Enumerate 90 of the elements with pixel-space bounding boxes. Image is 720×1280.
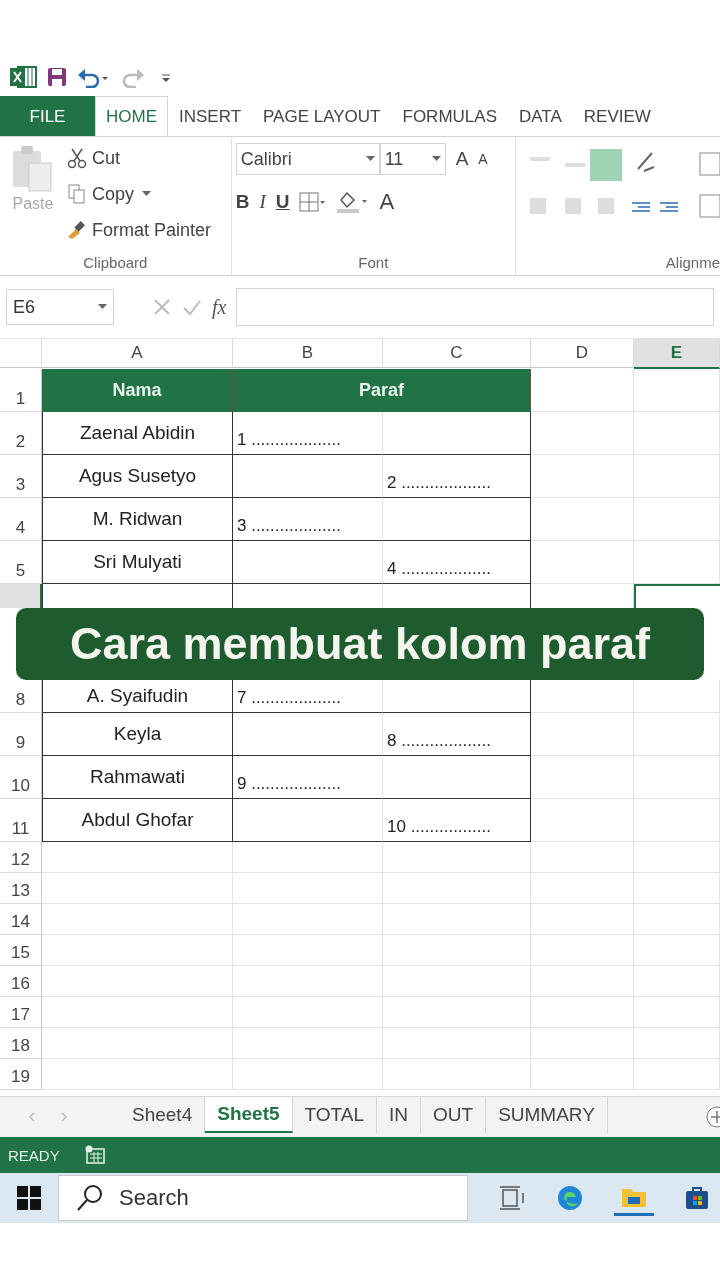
store-icon[interactable] xyxy=(684,1185,710,1211)
name-cell: M. Ridwan xyxy=(42,498,233,541)
borders-icon[interactable] xyxy=(299,192,326,212)
undo-icon[interactable] xyxy=(76,66,110,88)
name-cell: Rahmawati xyxy=(42,756,233,799)
name-cell: Sri Mulyati xyxy=(42,541,233,584)
bold-button[interactable]: B xyxy=(235,191,250,213)
ribbon-tab[interactable]: DATA xyxy=(508,96,573,136)
status-text: READY xyxy=(8,1146,60,1164)
row-header[interactable]: 12 xyxy=(0,842,42,873)
signature-cell: 2 ................... xyxy=(383,455,531,498)
ribbon-tab[interactable]: FORMULAS xyxy=(391,96,508,136)
task-view-icon[interactable] xyxy=(498,1185,526,1211)
sheet-tab[interactable]: IN xyxy=(377,1097,422,1133)
signature-cell: 7 ................... xyxy=(233,680,383,713)
signature-cell: 8 ................... xyxy=(383,713,531,756)
browser-icon[interactable] xyxy=(556,1184,584,1212)
fill-color-icon[interactable] xyxy=(335,190,370,214)
row-header[interactable]: 3 xyxy=(0,455,42,498)
row-header[interactable]: 13 xyxy=(0,873,42,904)
font-size-field[interactable]: 11 xyxy=(379,143,446,175)
copy-button[interactable]: Copy xyxy=(66,179,135,209)
caret-icon[interactable] xyxy=(98,304,107,310)
table-header-cell: Paraf xyxy=(233,369,531,412)
caret-icon[interactable] xyxy=(142,191,152,197)
table-header-cell: Nama xyxy=(42,369,233,412)
file-tab[interactable]: FILE xyxy=(0,96,95,136)
row-header[interactable]: 15 xyxy=(0,935,42,966)
row-header[interactable]: 4 xyxy=(0,498,42,541)
copy-icon xyxy=(66,183,88,205)
insert-function-button[interactable]: fx xyxy=(212,295,227,319)
row-header[interactable]: 9 xyxy=(0,713,42,756)
clipboard-icon xyxy=(11,143,55,195)
name-cell: A. Syaifudin xyxy=(42,680,233,713)
row-header[interactable]: 14 xyxy=(0,904,42,935)
name-cell: Zaenal Abidin xyxy=(42,412,233,455)
font-family-field[interactable]: Calibri xyxy=(235,143,380,175)
name-cell: Agus Susetyo xyxy=(42,455,233,498)
ribbon-tab[interactable]: HOME xyxy=(95,96,168,136)
signature-cell: 4 ................... xyxy=(383,541,531,584)
group-label: Clipboard xyxy=(83,254,148,273)
row-header[interactable]: 18 xyxy=(0,1028,42,1059)
column-header[interactable]: D xyxy=(531,339,634,368)
scissors-icon xyxy=(66,147,88,169)
taskbar-search-field[interactable]: Search xyxy=(58,1175,468,1221)
name-cell: Keyla xyxy=(42,713,233,756)
ribbon-tab[interactable]: INSERT xyxy=(168,96,253,136)
caption-banner: Cara membuat kolom paraf xyxy=(16,608,704,680)
row-header[interactable]: 8 xyxy=(0,680,42,713)
start-icon[interactable] xyxy=(16,1185,42,1211)
column-header[interactable]: E xyxy=(634,339,720,369)
sheet-tab[interactable]: TOTAL xyxy=(292,1097,378,1133)
format-painter-button[interactable]: Format Painter xyxy=(66,215,212,245)
group-label: Font xyxy=(358,254,389,273)
row-header[interactable]: 16 xyxy=(0,966,42,997)
excel-logo-icon xyxy=(10,65,38,89)
search-icon xyxy=(75,1183,105,1213)
save-icon[interactable] xyxy=(46,66,68,88)
underline-button[interactable]: U xyxy=(275,191,290,213)
shrink-font-button[interactable]: A xyxy=(478,151,488,167)
sheet-tab[interactable]: OUT xyxy=(421,1097,487,1133)
signature-cell: 3 ................... xyxy=(233,498,383,541)
font-color-button[interactable]: A xyxy=(379,189,395,215)
formula-field[interactable] xyxy=(236,288,714,326)
brush-icon xyxy=(66,219,88,241)
group-label: Alignme xyxy=(665,254,720,273)
name-cell: Abdul Ghofar xyxy=(42,799,233,842)
sheet-tab[interactable]: SUMMARY xyxy=(486,1097,608,1133)
ribbon-tab[interactable]: PAGE LAYOUT xyxy=(252,96,392,136)
signature-cell: 1 ................... xyxy=(233,412,383,455)
column-header[interactable]: C xyxy=(383,339,531,368)
row-header[interactable]: 2 xyxy=(0,412,42,455)
italic-button[interactable]: I xyxy=(259,191,266,213)
caret-icon[interactable] xyxy=(431,156,441,162)
signature-cell: 9 ................... xyxy=(233,756,383,799)
row-header[interactable]: 10 xyxy=(0,756,42,799)
column-header[interactable]: B xyxy=(233,339,383,368)
row-header[interactable]: 11 xyxy=(0,799,42,842)
name-box[interactable]: E6 xyxy=(6,289,114,325)
ribbon-tab[interactable]: REVIEW xyxy=(572,96,662,136)
row-header[interactable]: 19 xyxy=(0,1059,42,1090)
sheet-tab[interactable]: Sheet5 xyxy=(205,1097,293,1133)
row-header[interactable]: 17 xyxy=(0,997,42,1028)
caret-icon[interactable] xyxy=(365,156,375,162)
column-header[interactable]: A xyxy=(42,339,233,368)
row-header[interactable] xyxy=(0,584,42,608)
cut-button[interactable]: Cut xyxy=(66,143,212,173)
grow-font-button[interactable]: A xyxy=(455,148,469,170)
calendar-icon[interactable] xyxy=(83,1145,106,1165)
signature-cell: 10 ................. xyxy=(383,799,531,842)
